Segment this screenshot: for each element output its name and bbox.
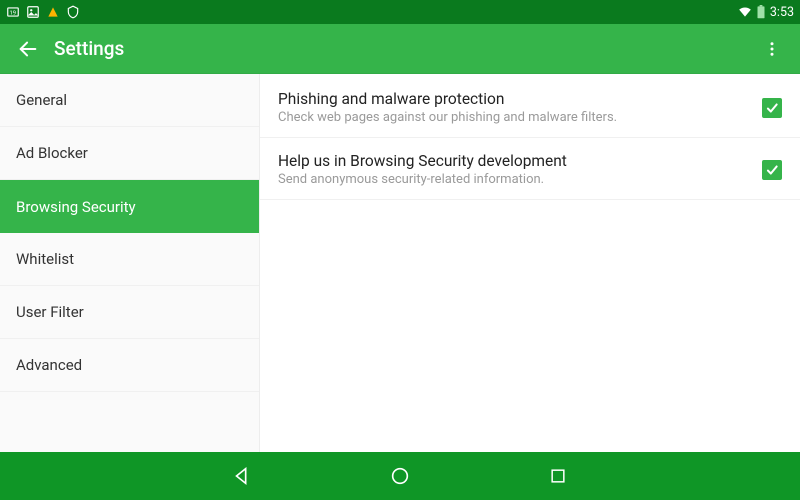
sidebar-item-label: Browsing Security: [16, 198, 136, 216]
app-bar: Settings: [0, 24, 800, 74]
sidebar-item-label: User Filter: [16, 303, 84, 321]
status-time: 3:53: [770, 5, 794, 20]
setting-subtitle: Check web pages against our phishing and…: [278, 110, 750, 125]
setting-phishing-protection[interactable]: Phishing and malware protection Check we…: [260, 76, 800, 138]
nav-recent-button[interactable]: [544, 462, 572, 490]
sidebar-item-whitelist[interactable]: Whitelist: [0, 233, 259, 286]
shield-icon: [66, 5, 80, 19]
setting-subtitle: Send anonymous security-related informat…: [278, 172, 750, 187]
nav-back-button[interactable]: [228, 462, 256, 490]
wifi-icon: [738, 5, 752, 19]
sidebar-item-label: General: [16, 91, 67, 109]
setting-title: Help us in Browsing Security development: [278, 152, 750, 170]
settings-content: Phishing and malware protection Check we…: [260, 74, 800, 452]
setting-checkbox[interactable]: [762, 98, 782, 118]
setting-checkbox[interactable]: [762, 160, 782, 180]
setting-title: Phishing and malware protection: [278, 90, 750, 108]
page-title: Settings: [54, 37, 124, 60]
sidebar-item-advanced[interactable]: Advanced: [0, 339, 259, 392]
sidebar-item-ad-blocker[interactable]: Ad Blocker: [0, 127, 259, 180]
setting-help-development[interactable]: Help us in Browsing Security development…: [260, 138, 800, 200]
back-button[interactable]: [10, 31, 46, 67]
sidebar-item-browsing-security[interactable]: Browsing Security: [0, 180, 259, 233]
status-bar: 19 3:53: [0, 0, 800, 24]
sidebar-item-label: Ad Blocker: [16, 144, 88, 162]
navigation-bar: [0, 452, 800, 500]
app-icon: [46, 5, 60, 19]
sidebar-item-label: Whitelist: [16, 250, 74, 268]
settings-sidebar: General Ad Blocker Browsing Security Whi…: [0, 74, 260, 452]
nav-home-button[interactable]: [386, 462, 414, 490]
sidebar-item-user-filter[interactable]: User Filter: [0, 286, 259, 339]
overflow-menu-button[interactable]: [754, 31, 790, 67]
svg-text:19: 19: [10, 10, 17, 16]
notification-icon: 19: [6, 5, 20, 19]
sidebar-item-general[interactable]: General: [0, 74, 259, 127]
battery-icon: [756, 5, 766, 19]
image-icon: [26, 5, 40, 19]
sidebar-item-label: Advanced: [16, 356, 82, 374]
